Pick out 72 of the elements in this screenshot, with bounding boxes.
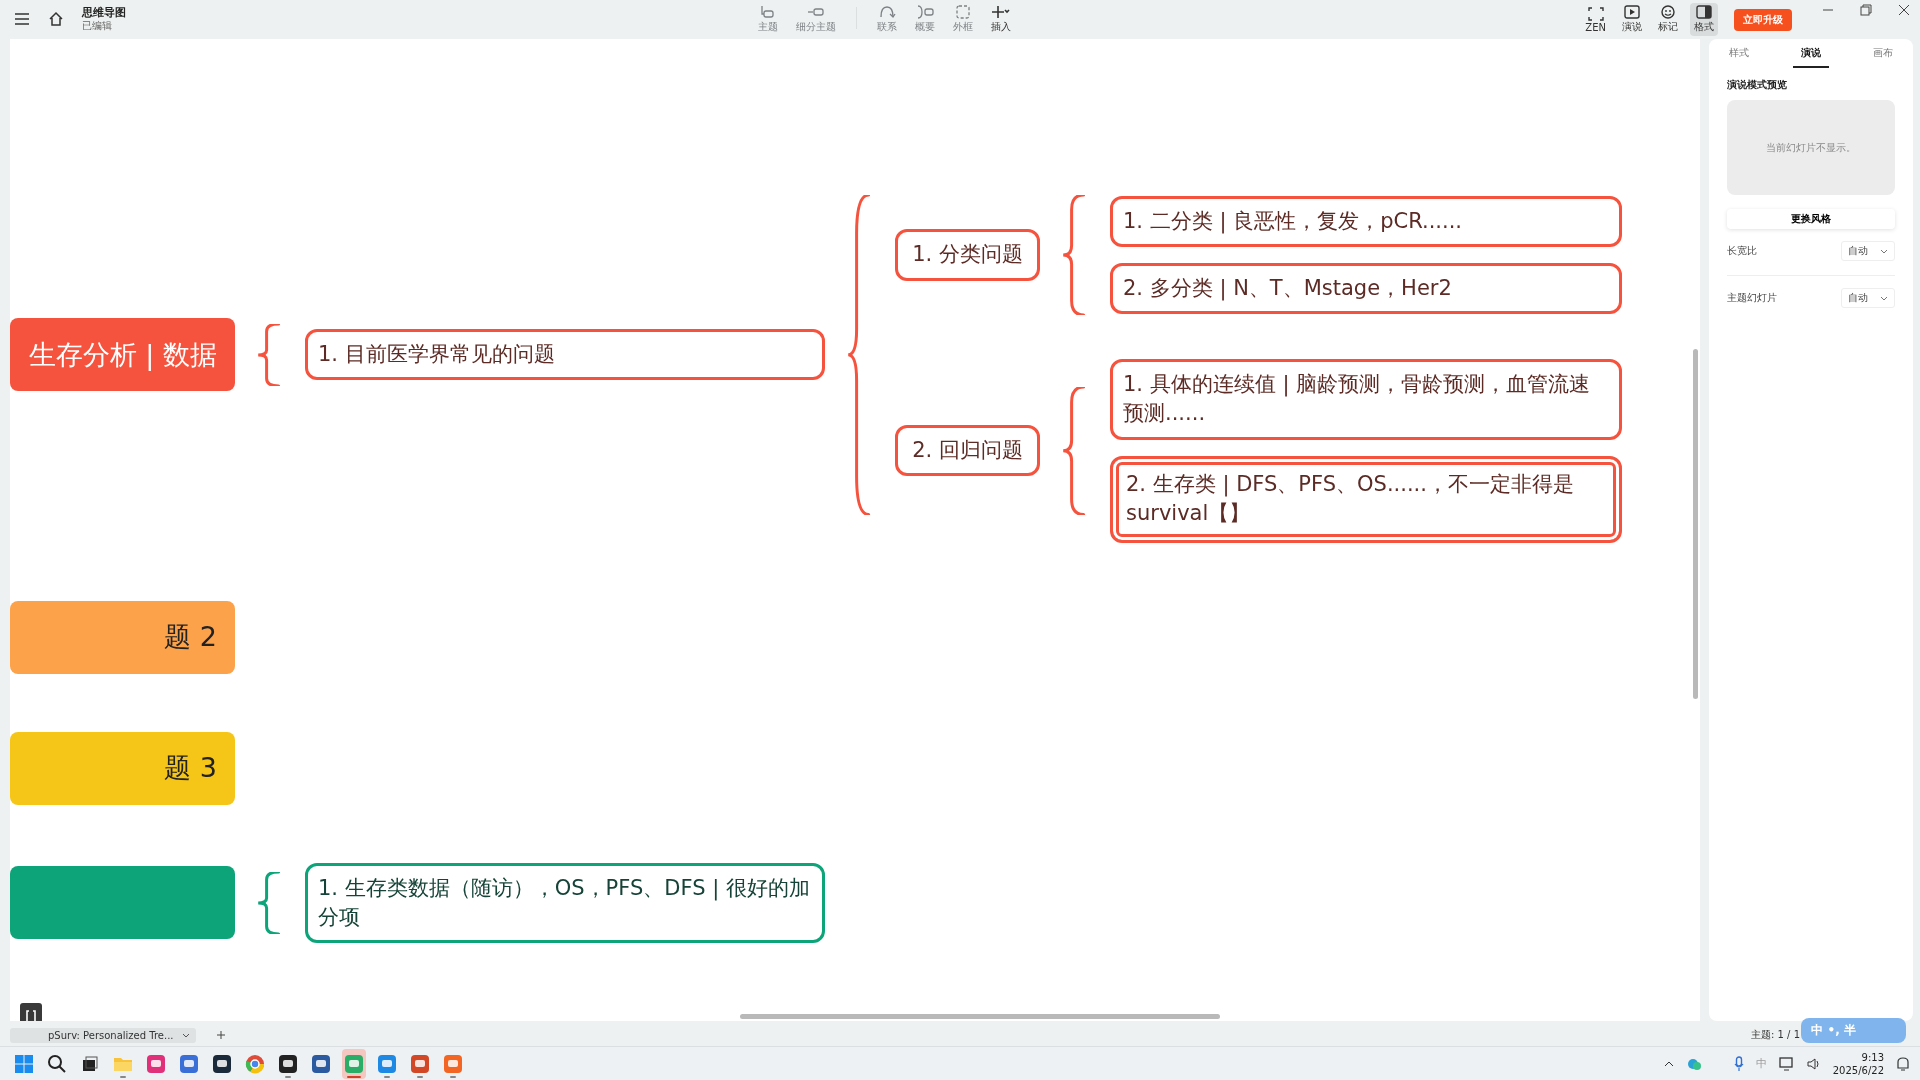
volume-icon[interactable] <box>1806 1056 1821 1071</box>
app-icon <box>443 1053 463 1074</box>
topic-node[interactable]: 2. 生存类 | DFS、PFS、OS......，不一定非得是survival【】 <box>1110 455 1622 543</box>
clock-time: 9:13 <box>1861 1050 1884 1064</box>
topic-count: 主题: 1 / 1 <box>1751 1028 1800 1042</box>
setting-label: 长宽比 <box>1727 244 1757 258</box>
chevron-icon <box>181 1032 190 1038</box>
task-view-icon <box>80 1053 100 1074</box>
view-button[interactable]: 格式 <box>1690 3 1718 36</box>
sheet-tab[interactable]: pSurv: Personalized Tre... <box>10 1027 196 1043</box>
app-icon <box>146 1053 166 1074</box>
app-icon <box>179 1053 199 1074</box>
panel-tab[interactable]: 演说 <box>1793 39 1829 68</box>
node-icon <box>759 5 777 19</box>
app-icon <box>344 1053 364 1074</box>
play-icon <box>1624 5 1640 19</box>
brace-connector <box>257 323 281 386</box>
topic-node[interactable]: 1. 具体的连续值 | 脑龄预测，骨龄预测，血管流速预测...... <box>1110 359 1622 440</box>
save-status: 已编辑 <box>82 20 113 32</box>
change-style-button[interactable]: 更换风格 <box>1727 209 1895 229</box>
app-icon <box>410 1053 430 1074</box>
start-icon <box>14 1053 34 1074</box>
document-title: 思维导图 <box>82 7 126 21</box>
panel-tab[interactable]: 画布 <box>1865 39 1901 68</box>
view-button[interactable]: 标记 <box>1654 3 1682 36</box>
topic-node[interactable]: 2. 多分类 | N、T、Mstage，Her2 <box>1110 263 1622 315</box>
setting-select[interactable]: 自动 <box>1841 241 1895 261</box>
topic-node[interactable]: 1. 二分类 | 良恶性，复发，pCR...... <box>1110 195 1622 247</box>
app-icon <box>278 1053 298 1074</box>
section-heading: 演说模式预览 <box>1727 78 1788 92</box>
home-icon[interactable] <box>48 11 64 28</box>
app-icon <box>377 1053 397 1074</box>
monitor-icon[interactable] <box>1778 1056 1795 1071</box>
panel-icon <box>1696 5 1712 19</box>
cloud-icon[interactable] <box>1685 1056 1702 1071</box>
root-topic[interactable]: 题 3 <box>10 731 235 805</box>
panel-tab[interactable]: 样式 <box>1721 39 1757 68</box>
chevron-icon <box>1880 295 1888 301</box>
app-icon <box>311 1053 331 1074</box>
topic-node[interactable]: 1. 生存类数据（随访），OS，PFS、DFS | 很好的加分项 <box>305 862 825 944</box>
view-button[interactable]: 演说 <box>1618 3 1646 36</box>
chevron-up-icon[interactable] <box>1663 1060 1674 1067</box>
dashed-frame-icon <box>954 5 972 19</box>
scrollbar-thumb[interactable] <box>740 1014 1220 1019</box>
add-sheet-icon[interactable] <box>215 1030 226 1040</box>
subnode-icon <box>807 5 825 19</box>
scrollbar-thumb[interactable] <box>1693 349 1698 699</box>
toolbar-button[interactable]: 插入 <box>987 3 1015 36</box>
restore-icon[interactable] <box>1860 4 1872 16</box>
app-icon <box>212 1053 232 1074</box>
topic-node[interactable]: 1. 目前医学界常见的问题 <box>305 329 825 381</box>
curve-arrow-icon <box>878 5 896 19</box>
plus-icon <box>992 5 1010 19</box>
clock-date: 2025/6/22 <box>1832 1063 1884 1077</box>
browser-icon <box>245 1053 265 1074</box>
topic-node[interactable]: 2. 回归问题 <box>895 425 1040 477</box>
smiley-icon <box>1660 5 1676 19</box>
fullscreen-icon <box>1587 6 1604 21</box>
preview-message: 当前幻灯片不显示。 <box>1766 140 1856 155</box>
close-icon[interactable] <box>1898 4 1910 16</box>
menu-icon[interactable] <box>14 12 30 27</box>
setting-select[interactable]: 自动 <box>1841 288 1895 308</box>
bracket-icon <box>916 5 934 19</box>
chevron-icon <box>1880 248 1888 254</box>
view-button[interactable]: ZEN <box>1581 4 1610 35</box>
root-topic[interactable]: 题 2 <box>10 600 235 674</box>
setting-label: 主题幻灯片 <box>1727 291 1777 305</box>
microphone-icon[interactable] <box>1733 1055 1744 1072</box>
topic-node[interactable]: 1. 分类问题 <box>895 229 1040 281</box>
brace-connector <box>257 871 281 934</box>
notification-icon[interactable] <box>1896 1056 1910 1071</box>
search-icon <box>47 1053 67 1074</box>
